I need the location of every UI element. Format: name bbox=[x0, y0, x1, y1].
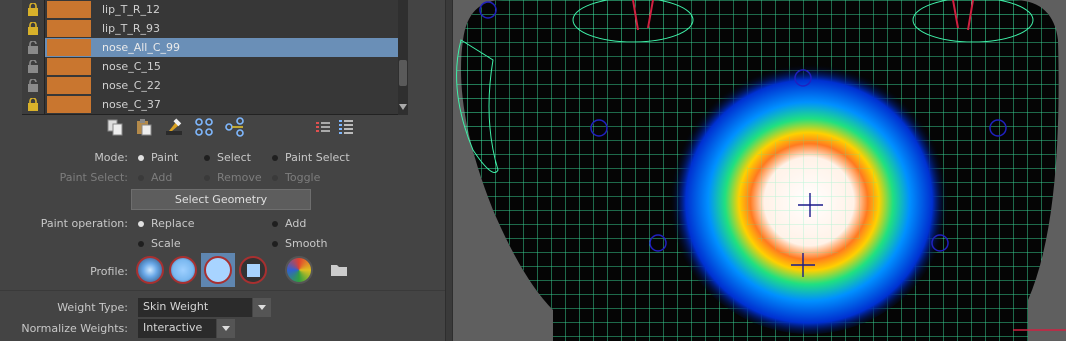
weight-type-dropdown[interactable]: Skin Weight bbox=[138, 298, 252, 317]
unlock-icon[interactable] bbox=[22, 76, 45, 95]
panel-splitter[interactable] bbox=[445, 0, 453, 341]
joint-name: lip_T_R_12 bbox=[102, 3, 160, 16]
mode-label: Mode: bbox=[94, 151, 128, 164]
paste-weights-icon[interactable] bbox=[134, 117, 156, 137]
paint-select-label: Paint Select: bbox=[59, 171, 128, 184]
3d-viewport[interactable] bbox=[453, 0, 1066, 341]
copy-weights-icon[interactable] bbox=[106, 117, 128, 137]
operation-scale-radio[interactable]: Scale bbox=[138, 237, 181, 250]
operation-replace-radio[interactable]: Replace bbox=[138, 217, 195, 230]
mode-paint-radio[interactable]: Paint bbox=[138, 151, 178, 164]
normalize-weights-value: Interactive bbox=[143, 321, 203, 334]
section-divider bbox=[0, 290, 445, 291]
move-weights-icon[interactable] bbox=[194, 117, 216, 137]
list-options-icon[interactable] bbox=[313, 117, 335, 137]
show-influences-icon[interactable] bbox=[336, 117, 358, 137]
lock-icon[interactable] bbox=[22, 95, 45, 114]
scrollbar-thumb[interactable] bbox=[399, 60, 407, 86]
soft-brush-icon[interactable] bbox=[169, 256, 197, 284]
joint-name: nose_All_C_99 bbox=[102, 41, 181, 54]
mode-select-label: Select bbox=[217, 151, 251, 164]
unlock-icon[interactable] bbox=[22, 38, 45, 57]
color-brush-icon[interactable] bbox=[285, 256, 313, 284]
paint-select-add-radio[interactable]: Add bbox=[138, 171, 172, 184]
list-item[interactable]: lip_T_R_93 bbox=[22, 19, 398, 39]
normalize-weights-dropdown[interactable]: Interactive bbox=[138, 319, 216, 338]
joint-name: nose_C_22 bbox=[102, 79, 161, 92]
mode-paint-label: Paint bbox=[151, 151, 179, 164]
list-item[interactable]: nose_C_15 bbox=[22, 57, 398, 77]
list-item[interactable]: lip_T_R_12 bbox=[22, 0, 398, 20]
transfer-joints-icon[interactable] bbox=[224, 117, 246, 137]
joint-color-swatch[interactable] bbox=[47, 20, 91, 37]
lock-icon[interactable] bbox=[22, 0, 45, 19]
solid-brush-icon[interactable] bbox=[204, 256, 232, 284]
weight-type-label: Weight Type: bbox=[57, 301, 128, 314]
joint-color-swatch[interactable] bbox=[47, 77, 91, 94]
unlock-icon[interactable] bbox=[22, 57, 45, 76]
operation-smooth-label: Smooth bbox=[285, 237, 328, 250]
joint-color-swatch[interactable] bbox=[47, 1, 91, 18]
chevron-down-icon[interactable] bbox=[253, 298, 271, 317]
select-geometry-button[interactable]: Select Geometry bbox=[131, 189, 311, 210]
chevron-down-icon[interactable] bbox=[217, 319, 235, 338]
weight-type-value: Skin Weight bbox=[143, 300, 209, 313]
operation-scale-label: Scale bbox=[151, 237, 181, 250]
paint-skin-weights-panel: lip_T_R_12 lip_T_R_93 nose_All_C_99 nose… bbox=[0, 0, 445, 341]
paint-select-toggle-label: Toggle bbox=[285, 171, 321, 184]
operation-add-radio[interactable]: Add bbox=[272, 217, 306, 230]
list-item-selected[interactable]: nose_All_C_99 bbox=[22, 38, 398, 58]
weight-hammer-icon[interactable] bbox=[164, 117, 186, 137]
list-scrollbar[interactable] bbox=[398, 0, 408, 115]
paint-select-remove-label: Remove bbox=[217, 171, 262, 184]
head-wireframe-render bbox=[453, 0, 1066, 341]
folder-icon[interactable] bbox=[330, 263, 348, 280]
joint-name: nose_C_15 bbox=[102, 60, 161, 73]
list-item[interactable]: nose_C_22 bbox=[22, 76, 398, 96]
joint-color-swatch[interactable] bbox=[47, 96, 91, 113]
normalize-weights-label: Normalize Weights: bbox=[21, 322, 128, 335]
mode-paint-select-label: Paint Select bbox=[285, 151, 350, 164]
paint-select-add-label: Add bbox=[151, 171, 173, 184]
lock-icon[interactable] bbox=[22, 19, 45, 38]
paint-select-remove-radio[interactable]: Remove bbox=[204, 171, 262, 184]
operation-add-label: Add bbox=[285, 217, 307, 230]
joint-name: lip_T_R_93 bbox=[102, 22, 160, 35]
paint-operation-label: Paint operation: bbox=[40, 217, 128, 230]
operation-smooth-radio[interactable]: Smooth bbox=[272, 237, 327, 250]
square-brush-icon[interactable] bbox=[239, 256, 267, 284]
influence-list[interactable]: lip_T_R_12 lip_T_R_93 nose_All_C_99 nose… bbox=[22, 0, 398, 115]
profile-label: Profile: bbox=[90, 265, 128, 278]
joint-color-swatch[interactable] bbox=[47, 39, 91, 56]
gaussian-brush-icon[interactable] bbox=[136, 256, 164, 284]
joint-name: nose_C_37 bbox=[102, 98, 161, 111]
list-item[interactable]: nose_C_37 bbox=[22, 95, 398, 115]
scroll-down-icon[interactable] bbox=[399, 104, 407, 110]
paint-select-toggle-radio[interactable]: Toggle bbox=[272, 171, 320, 184]
mode-paint-select-radio[interactable]: Paint Select bbox=[272, 151, 350, 164]
joint-color-swatch[interactable] bbox=[47, 58, 91, 75]
mode-select-radio[interactable]: Select bbox=[204, 151, 251, 164]
operation-replace-label: Replace bbox=[151, 217, 195, 230]
